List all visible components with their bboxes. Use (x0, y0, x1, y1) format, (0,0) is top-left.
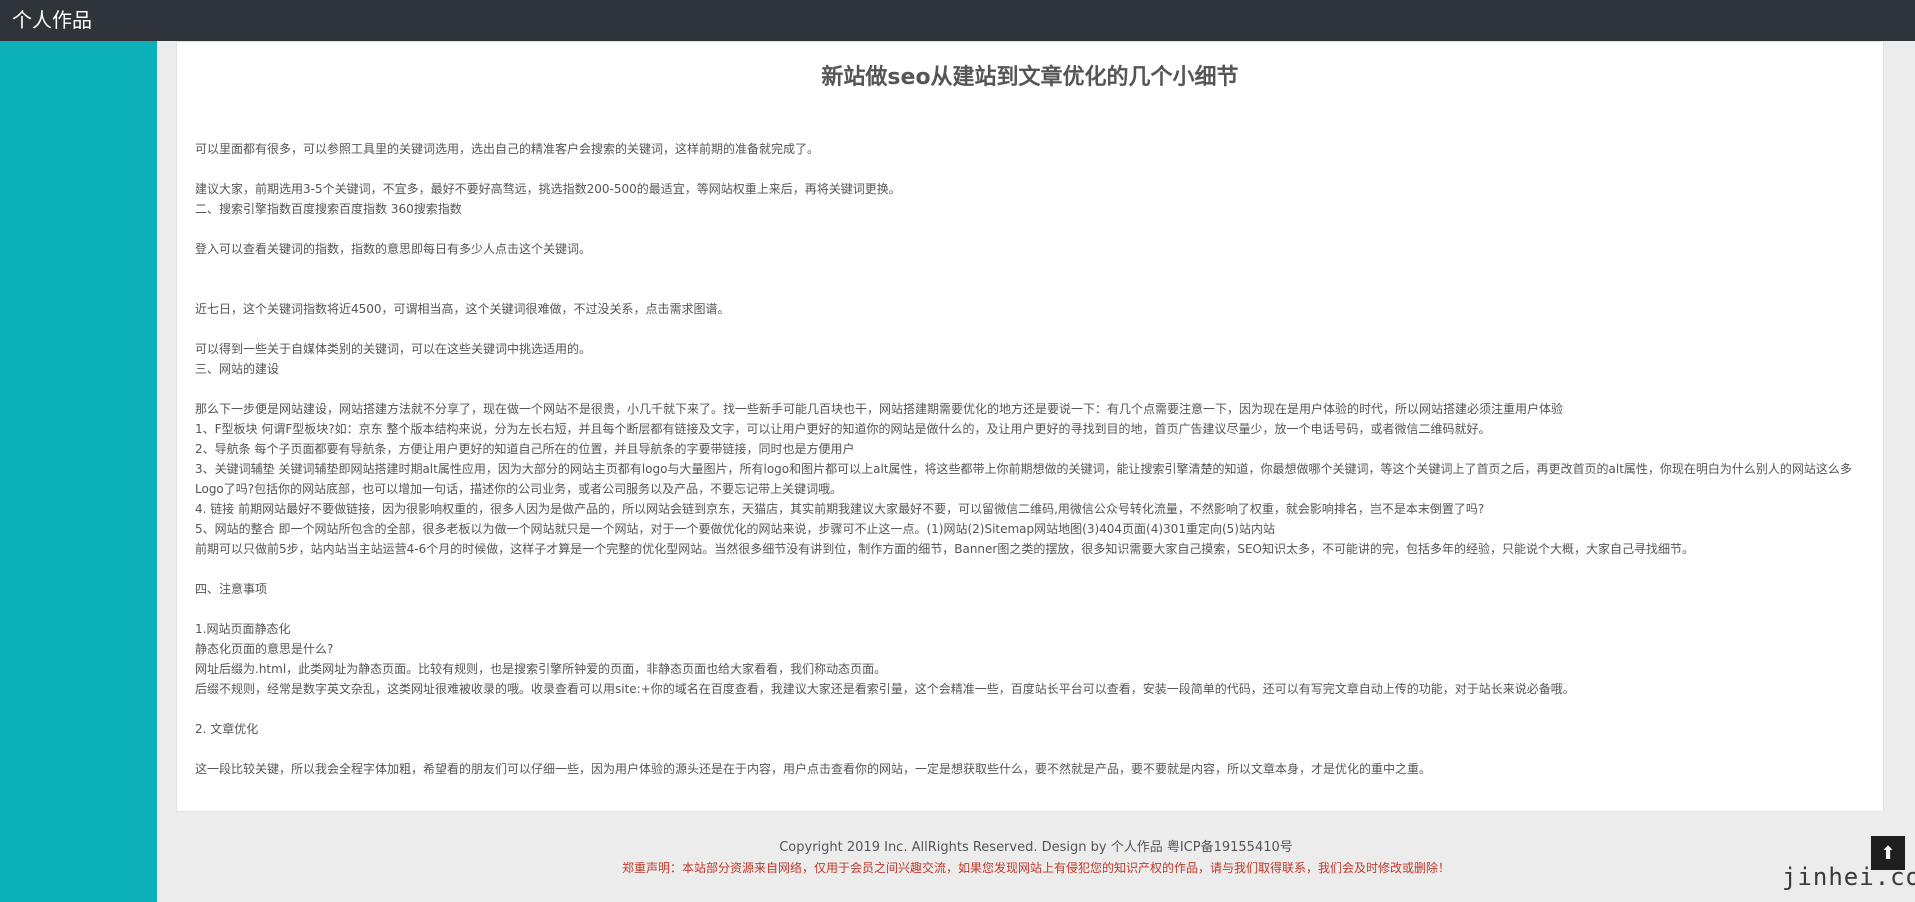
article-title: 新站做seo从建站到文章优化的几个小细节 (821, 65, 1239, 90)
article-paragraph (195, 279, 1867, 299)
footer: Copyright 2019 Inc. AllRights Reserved. … (157, 838, 1915, 878)
site-title[interactable]: 个人作品 (12, 6, 92, 34)
article-paragraph: 近七日，这个关键词指数将近4500，可谓相当高，这个关键词很难做，不过没关系，点… (195, 302, 730, 316)
top-navbar: 个人作品 (0, 0, 1915, 41)
article-paragraph (195, 599, 1867, 619)
article-paragraph (195, 259, 1867, 279)
article-paragraph (195, 379, 1867, 399)
article-paragraph: 1.网站页面静态化 (195, 622, 291, 636)
article-container: 新站做seo从建站到文章优化的几个小细节 可以里面都有很多，可以参照工具里的关键… (176, 41, 1884, 812)
article-paragraph: 静态化页面的意思是什么? (195, 642, 334, 656)
article-paragraph: 三、网站的建设 (195, 362, 280, 376)
article-paragraph: 5、网站的整合 即一个网站所包含的全部，很多老板以为做一个网站就只是一个网站，对… (195, 522, 1275, 536)
article-paragraph (195, 559, 1867, 579)
article-paragraph (195, 739, 1867, 759)
article-paragraph: 那么下一步便是网站建设，网站搭建方法就不分享了，现在做一个网站不是很贵，小几千就… (195, 402, 1564, 416)
sidebar (0, 41, 157, 902)
article-paragraph (195, 219, 1867, 239)
article-paragraph (195, 699, 1867, 719)
copyright-text: Copyright 2019 Inc. AllRights Reserved. … (779, 840, 1293, 855)
article-paragraph: 可以得到一些关于自媒体类别的关键词，可以在这些关键词中挑选适用的。 (195, 342, 592, 356)
article-paragraph (195, 319, 1867, 339)
watermark-logo: jinhei.com (1782, 863, 1915, 891)
article-paragraph: 1、F型板块 何谓F型板块?如：京东 整个版本结构来说，分为左长右短，并且每个断… (195, 422, 1491, 436)
article-paragraph: 可以里面都有很多，可以参照工具里的关键词选用，选出自己的精准客户会搜索的关键词，… (195, 142, 820, 156)
article-paragraph: 建议大家，前期选用3-5个关键词，不宜多，最好不要好高骛远，挑选指数200-50… (195, 182, 901, 196)
article-paragraph: 四、注意事项 (195, 582, 268, 596)
article-paragraph: 4. 链接 前期网站最好不要做链接，因为很影响权重的，很多人因为是做产品的，所以… (195, 502, 1485, 516)
article-body: 可以里面都有很多，可以参照工具里的关键词选用，选出自己的精准客户会搜索的关键词，… (195, 139, 1867, 779)
arrow-up-icon: ⬆ (1880, 842, 1896, 864)
article-paragraph: 这一段比较关键，所以我会全程字体加粗，希望看的朋友们可以仔细一些，因为用户体验的… (195, 762, 1432, 776)
article-paragraph: 前期可以只做前5步，站内站当主站运营4-6个月的时候做，这样子才算是一个完整的优… (195, 542, 1695, 556)
article-paragraph: 2. 文章优化 (195, 722, 259, 736)
disclaimer-text: 郑重声明：本站部分资源来自网络，仅用于会员之间兴趣交流，如果您发现网站上有侵犯您… (621, 861, 1450, 875)
article-paragraph: 二、搜索引擎指数百度搜索百度指数 360搜索指数 (195, 202, 462, 216)
article-paragraph: 网址后缀为.html，此类网址为静态页面。比较有规则，也是搜索引擎所钟爱的页面，… (195, 662, 887, 676)
article-paragraph (195, 159, 1867, 179)
article-paragraph: 后缀不规则，经常是数字英文杂乱，这类网址很难被收录的哦。收录查看可以用site:… (195, 682, 1575, 696)
article-paragraph: 登入可以查看关键词的指数，指数的意思即每日有多少人点击这个关键词。 (195, 242, 592, 256)
article-paragraph: 2、导航条 每个子页面都要有导航条，方便让用户更好的知道自己所在的位置，并且导航… (195, 442, 855, 456)
article-paragraph: 3、关键词辅垫 关键词辅垫即网站搭建时期alt属性应用，因为大部分的网站主页都有… (195, 462, 1852, 496)
